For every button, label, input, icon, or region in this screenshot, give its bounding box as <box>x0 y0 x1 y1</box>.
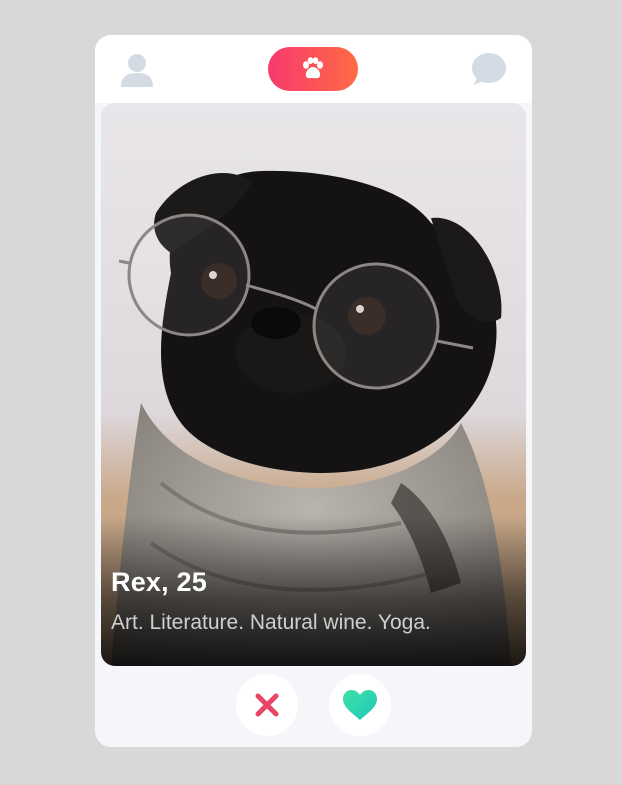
profile-photo[interactable]: Rex, 25 Art. Literature. Natural wine. Y… <box>101 103 526 666</box>
profile-icon[interactable] <box>119 51 155 89</box>
heart-icon <box>343 690 377 720</box>
profile-name-age: Rex, 25 <box>111 567 207 597</box>
like-button[interactable] <box>329 674 391 736</box>
profile-card: Rex, 25 Art. Literature. Natural wine. Y… <box>95 35 532 747</box>
discover-tab[interactable] <box>268 47 358 91</box>
close-icon <box>255 693 279 717</box>
dislike-button[interactable] <box>236 674 298 736</box>
profile-bio: Art. Literature. Natural wine. Yoga. <box>111 611 431 634</box>
paw-icon <box>303 57 323 79</box>
chat-icon[interactable] <box>471 51 507 87</box>
top-navigation <box>95 35 532 103</box>
